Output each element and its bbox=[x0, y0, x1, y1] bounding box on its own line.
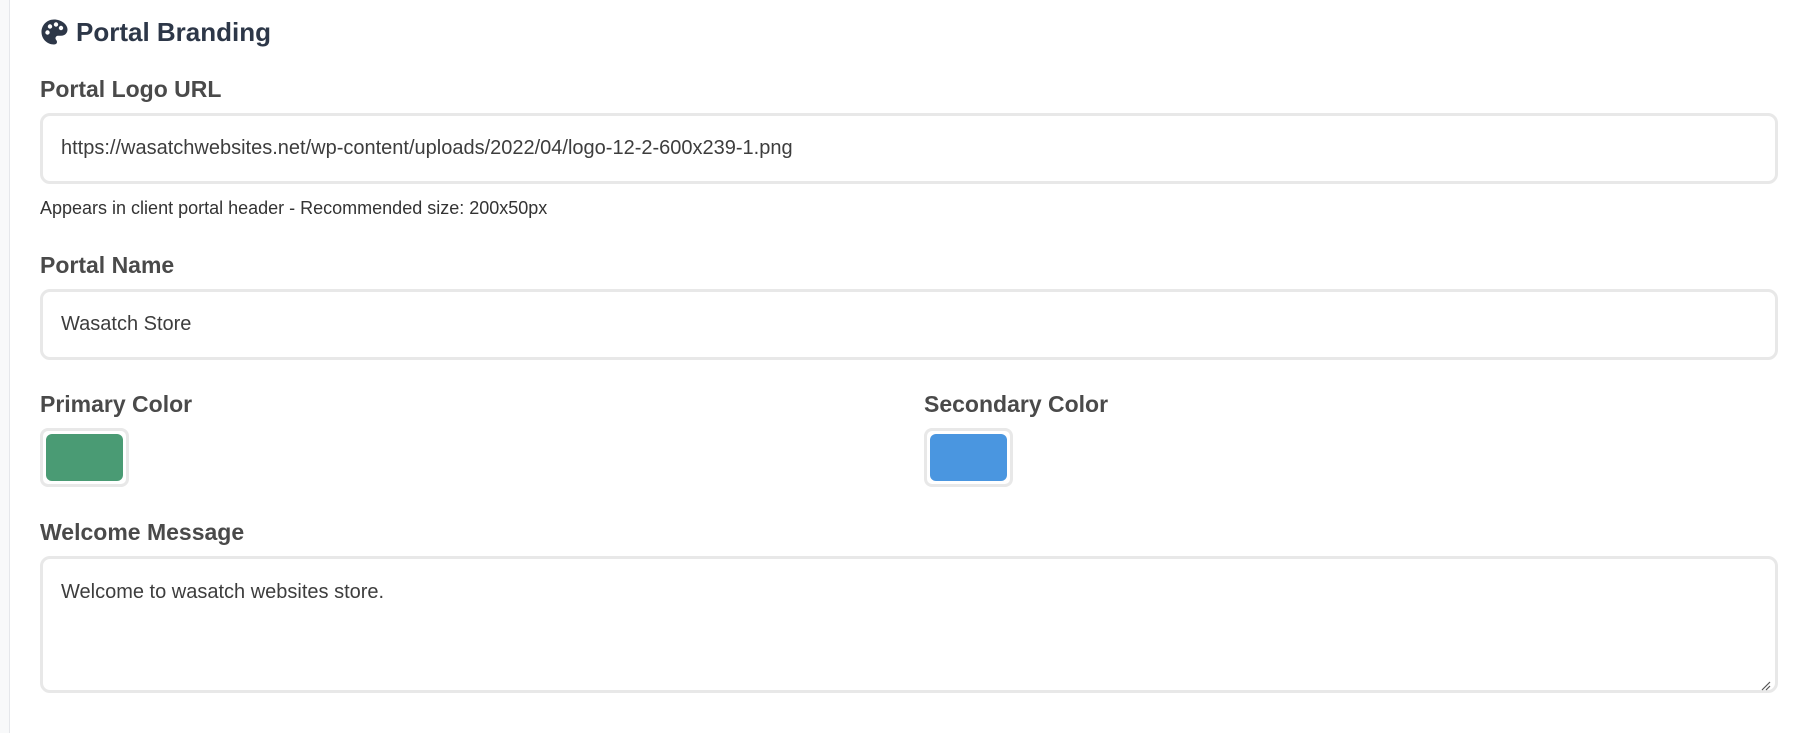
logo-url-input[interactable]: https://wasatchwebsites.net/wp-content/u… bbox=[40, 113, 1778, 184]
section-title: Portal Branding bbox=[40, 14, 271, 50]
welcome-message-textarea[interactable]: Welcome to wasatch websites store. bbox=[40, 556, 1778, 693]
secondary-color-swatch bbox=[930, 434, 1007, 481]
secondary-color-label: Secondary Color bbox=[924, 391, 1109, 417]
welcome-message-label: Welcome Message bbox=[40, 519, 245, 545]
resize-grip-icon[interactable] bbox=[1759, 674, 1771, 691]
palette-icon bbox=[40, 18, 68, 46]
portal-branding-panel: Portal Branding Portal Logo URL https://… bbox=[9, 0, 1816, 733]
secondary-color-picker[interactable] bbox=[924, 428, 1013, 487]
primary-color-swatch bbox=[46, 434, 123, 481]
logo-url-help-text: Appears in client portal header - Recomm… bbox=[40, 198, 548, 218]
logo-url-label: Portal Logo URL bbox=[40, 76, 222, 102]
primary-color-label: Primary Color bbox=[40, 391, 193, 417]
primary-color-picker[interactable] bbox=[40, 428, 129, 487]
section-title-text: Portal Branding bbox=[76, 16, 272, 47]
portal-name-label: Portal Name bbox=[40, 252, 175, 278]
portal-name-input[interactable]: Wasatch Store bbox=[40, 289, 1778, 360]
welcome-message-text: Welcome to wasatch websites store. bbox=[61, 581, 385, 603]
